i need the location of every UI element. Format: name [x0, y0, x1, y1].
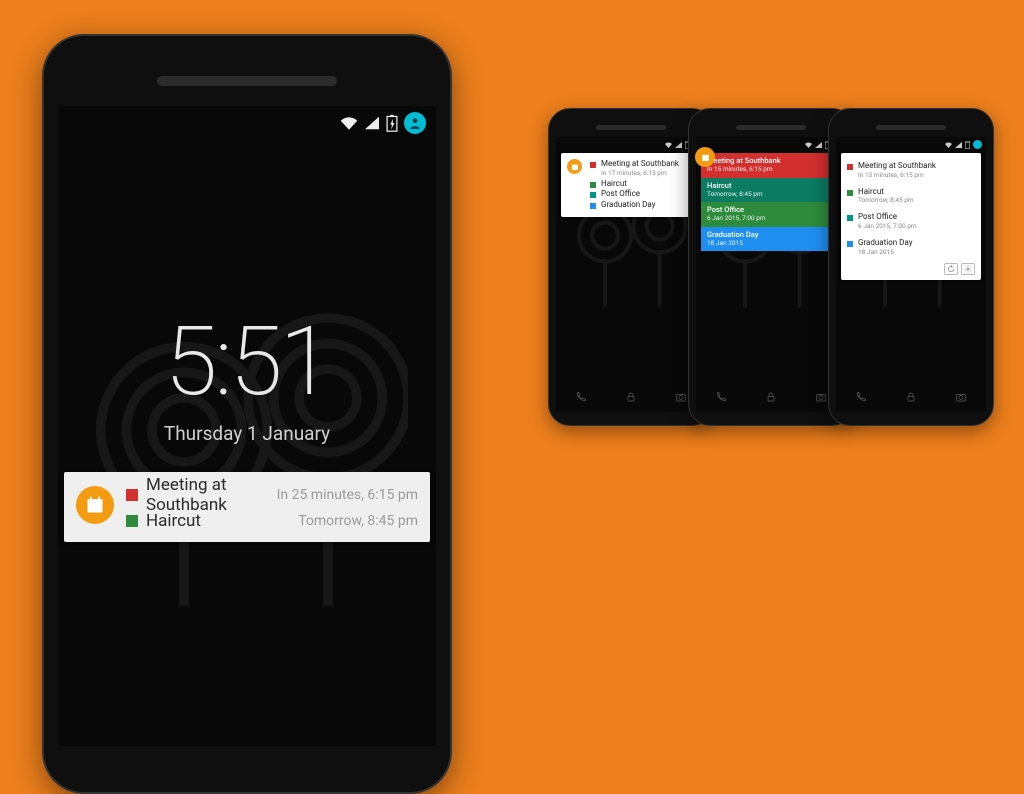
event-title: Post Office — [601, 190, 640, 199]
user-icon[interactable] — [404, 112, 426, 134]
color-swatch-red — [126, 489, 138, 501]
lock-icon[interactable] — [905, 388, 917, 407]
list-item: Haircut — [590, 179, 695, 190]
event-sub: 18 Jan 2015 — [707, 239, 743, 247]
camera-icon[interactable] — [675, 388, 687, 407]
event-title: Post Office — [707, 205, 744, 214]
list-item: Graduation Day18 Jan 2015 — [701, 227, 841, 252]
phone-screen: Meeting at SouthbankIn 15 minutes, 6:15 … — [696, 137, 846, 411]
phone-icon[interactable] — [855, 388, 867, 407]
status-bar — [945, 140, 982, 149]
event-title: Meeting at Southbank — [707, 156, 781, 165]
event-sub: 6 Jan 2015, 7:00 pm — [858, 222, 917, 230]
list-item: Post Office6 Jan 2015, 7:00 pm — [701, 202, 841, 227]
event-sub: Tomorrow, 8:45 pm — [707, 190, 763, 198]
phone-small-c: Meeting at SouthbankIn 15 minutes, 6:15 … — [828, 108, 994, 426]
notification-title: Meeting at Southbank — [146, 475, 269, 515]
event-title: Haircut — [707, 181, 731, 190]
color-swatch — [590, 203, 596, 209]
agenda-widget-bars[interactable]: Meeting at SouthbankIn 15 minutes, 6:15 … — [701, 153, 841, 251]
color-swatch — [847, 164, 853, 170]
color-swatch-green — [126, 515, 138, 527]
nav-bar — [836, 387, 986, 407]
list-item: Post Office6 Jan 2015, 7:00 pm — [847, 209, 975, 235]
status-bar — [340, 112, 426, 134]
list-item: Meeting at SouthbankIn 15 minutes, 6:15 … — [847, 158, 975, 184]
agenda-widget-spaced[interactable]: Meeting at SouthbankIn 15 minutes, 6:15 … — [841, 153, 981, 280]
event-title: Graduation Day — [707, 230, 758, 239]
event-sub: 6 Jan 2015, 7:00 pm — [707, 214, 766, 222]
event-sub: In 15 minutes, 6:15 pm — [707, 165, 773, 173]
nav-bar — [556, 387, 706, 407]
agenda-widget-compact[interactable]: Meeting at SouthbankIn 17 minutes, 6:15 … — [561, 153, 701, 217]
phone-screen: Meeting at SouthbankIn 17 minutes, 6:15 … — [556, 137, 706, 411]
settings-icon[interactable] — [961, 263, 975, 275]
color-swatch — [590, 182, 596, 188]
color-swatch — [847, 215, 853, 221]
color-swatch — [590, 162, 596, 168]
event-sub: In 17 minutes, 6:15 pm — [601, 169, 667, 177]
list-item: Graduation Day18 Jan 2015 — [847, 235, 975, 261]
list-item: HaircutTomorrow, 8:45 pm — [701, 178, 841, 203]
phone-speaker — [736, 125, 806, 130]
phone-speaker — [157, 76, 337, 86]
phone-icon[interactable] — [575, 388, 587, 407]
phone-screen: Meeting at SouthbankIn 15 minutes, 6:15 … — [836, 137, 986, 411]
signal-icon — [675, 142, 682, 148]
event-title: Haircut — [858, 187, 884, 196]
lockscreen-date: Thursday 1 January — [58, 422, 436, 445]
notification-subtitle: In 25 minutes, 6:15 pm — [277, 487, 418, 503]
notification-subtitle: Tomorrow, 8:45 pm — [298, 513, 418, 529]
nav-bar — [696, 387, 846, 407]
notification-title: Haircut — [146, 511, 290, 531]
event-title: Meeting at Southbank — [858, 161, 936, 170]
event-title: Meeting at Southbank — [601, 159, 679, 168]
phone-screen: 5:51 Thursday 1 January Meeting at South… — [58, 106, 436, 746]
notification-card[interactable]: Meeting at Southbank In 25 minutes, 6:15… — [64, 472, 430, 542]
list-item: HaircutTomorrow, 8:45 pm — [847, 184, 975, 210]
wifi-icon — [340, 116, 358, 130]
notification-item: Haircut Tomorrow, 8:45 pm — [126, 508, 418, 534]
battery-icon — [386, 114, 398, 132]
camera-icon[interactable] — [815, 388, 827, 407]
color-swatch — [847, 190, 853, 196]
event-sub: In 15 minutes, 6:15 pm — [858, 171, 924, 179]
signal-icon — [364, 116, 380, 130]
camera-icon[interactable] — [955, 388, 967, 407]
event-title: Post Office — [858, 212, 897, 221]
phone-speaker — [876, 125, 946, 130]
calendar-icon — [567, 159, 582, 174]
lock-icon[interactable] — [625, 388, 637, 407]
notification-item: Meeting at Southbank In 25 minutes, 6:15… — [126, 482, 418, 508]
phone-main: 5:51 Thursday 1 January Meeting at South… — [42, 34, 452, 794]
list-item: Post Office — [590, 189, 695, 200]
phone-speaker — [596, 125, 666, 130]
lock-icon[interactable] — [765, 388, 777, 407]
wifi-icon — [665, 142, 672, 148]
event-sub: Tomorrow, 8:45 pm — [858, 196, 914, 204]
lockscreen-clock: 5:51 — [58, 306, 436, 418]
calendar-icon — [697, 149, 713, 165]
phone-icon[interactable] — [715, 388, 727, 407]
list-item: Meeting at SouthbankIn 15 minutes, 6:15 … — [701, 153, 841, 178]
calendar-icon — [76, 486, 114, 524]
list-item: Meeting at SouthbankIn 17 minutes, 6:15 … — [590, 159, 695, 179]
refresh-icon[interactable] — [944, 263, 958, 275]
event-title: Haircut — [601, 180, 627, 189]
user-icon[interactable] — [973, 140, 982, 149]
color-swatch — [590, 192, 596, 198]
list-item: Graduation Day — [590, 200, 695, 211]
event-title: Graduation Day — [601, 201, 655, 210]
event-sub: 18 Jan 2015 — [858, 248, 894, 256]
color-swatch — [847, 241, 853, 247]
event-title: Graduation Day — [858, 238, 912, 247]
